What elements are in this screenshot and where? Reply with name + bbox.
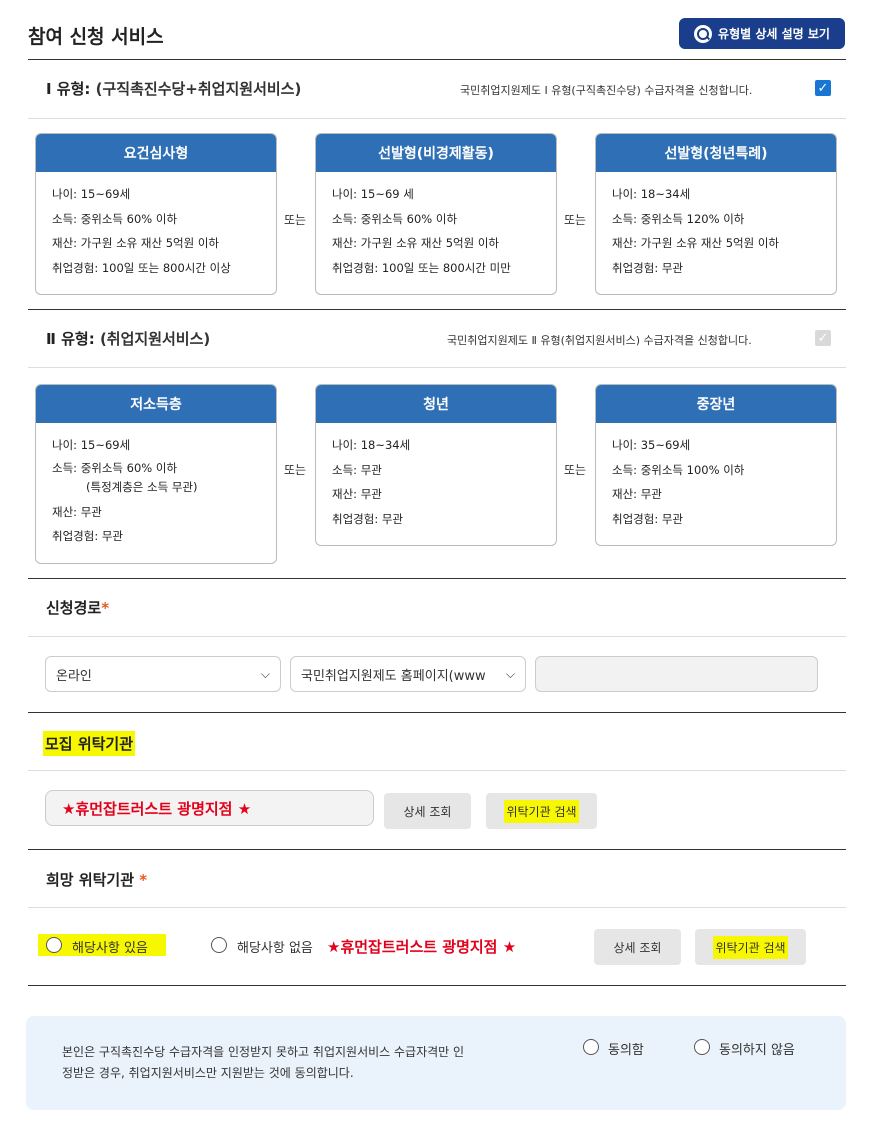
wish-label: 희망 위탁기관 *: [46, 869, 147, 890]
divider: [28, 985, 846, 986]
wish-no-radio[interactable]: [211, 937, 227, 953]
card-line: 취업경험: 100일 또는 800시간 이상: [52, 260, 231, 275]
consent-text: 본인은 구직촉진수당 수급자격을 인정받지 못하고 취업지원서비스 수급자격만 …: [62, 1042, 567, 1084]
recruit-detail-button[interactable]: 상세 조회: [384, 793, 471, 829]
wish-yes-radio[interactable]: [46, 937, 62, 953]
recruit-label: 모집 위탁기관: [43, 731, 136, 756]
type1-label: Ⅰ 유형:: [46, 80, 91, 98]
divider: [28, 59, 846, 60]
type1-card-1: 요건심사형 나이: 15~69세 소득: 중위소득 60% 이하 재산: 가구원…: [35, 133, 277, 295]
type2-title: Ⅱ 유형: (취업지원서비스): [46, 328, 210, 349]
card-title: 요건심사형: [36, 134, 276, 172]
route-detail-select-value: 국민취업지원제도 홈페이지(www: [301, 668, 486, 684]
type2-checkbox[interactable]: ✓: [815, 330, 831, 346]
card-line: 나이: 15~69세: [52, 187, 131, 201]
wish-no-label[interactable]: 해당사항 없음: [237, 937, 313, 956]
type2-notice: 국민취업지원제도 Ⅱ 유형(취업지원서비스) 수급자격을 신청합니다.: [447, 334, 752, 347]
card-line: 재산: 가구원 소유 재산 5억원 이하: [52, 236, 220, 250]
card-line: 취업경험: 무관: [612, 511, 684, 526]
card-title: 저소득층: [36, 385, 276, 423]
card-line: 나이: 18~34세: [612, 187, 691, 201]
required-mark: *: [139, 871, 148, 889]
card-line: 취업경험: 무관: [332, 511, 404, 526]
consent-agree-radio[interactable]: [583, 1039, 599, 1055]
card-line: 소득: 중위소득 60% 이하: [52, 211, 178, 226]
type1-notice: 국민취업지원제도 Ⅰ 유형(구직촉진수당) 수급자격을 신청합니다.: [460, 84, 753, 97]
type2-card-2: 청년 나이: 18~34세 소득: 무관 재산: 무관 취업경험: 무관: [315, 384, 557, 546]
card-line: 재산: 무관: [52, 504, 102, 519]
card-line: 나이: 15~69 세: [332, 187, 414, 201]
recruit-search-button-label: 위탁기관 검색: [504, 799, 579, 823]
route-select[interactable]: 온라인 ⌵: [45, 656, 281, 692]
card-title: 선발형(비경제활동): [316, 134, 556, 172]
card-line: (특정계층은 소득 무관): [86, 479, 198, 494]
type1-sub: (구직촉진수당+취업지원서비스): [95, 80, 302, 98]
or-label: 또는: [564, 213, 587, 227]
type-detail-button[interactable]: 유형별 상세 설명 보기: [679, 18, 845, 49]
card-line: 재산: 무관: [612, 487, 662, 501]
divider: [28, 367, 846, 368]
type2-card-1: 저소득층 나이: 15~69세 소득: 중위소득 60% 이하 (특정계층은 소…: [35, 384, 277, 564]
card-title: 중장년: [596, 385, 836, 423]
divider: [28, 907, 846, 908]
type2-sub: (취업지원서비스): [99, 330, 211, 348]
type2-label: Ⅱ 유형:: [46, 330, 95, 348]
divider: [28, 712, 846, 713]
chevron-down-icon: ⌵: [260, 666, 270, 681]
divider: [28, 118, 846, 119]
route-detail-select[interactable]: 국민취업지원제도 홈페이지(www ⌵: [290, 656, 526, 692]
required-mark: *: [101, 599, 110, 617]
recruit-search-button[interactable]: 위탁기관 검색: [486, 793, 597, 829]
wish-detail-button[interactable]: 상세 조회: [594, 929, 681, 965]
consent-agree-label[interactable]: 동의함: [608, 1039, 644, 1058]
divider: [28, 309, 846, 310]
card-line: 재산: 무관: [332, 487, 382, 501]
card-line: 소득: 중위소득 60% 이하: [332, 211, 458, 226]
type1-title: Ⅰ 유형: (구직촉진수당+취업지원서비스): [46, 78, 301, 99]
card-line: 소득: 중위소득 100% 이하: [612, 462, 745, 477]
wish-label-text: 희망 위탁기관: [46, 871, 135, 889]
or-label: 또는: [284, 213, 307, 227]
wish-search-button[interactable]: 위탁기관 검색: [695, 929, 806, 965]
card-line: 나이: 18~34세: [332, 438, 411, 452]
or-label: 또는: [284, 463, 307, 477]
card-title: 청년: [316, 385, 556, 423]
route-select-value: 온라인: [56, 668, 92, 684]
card-line: 나이: 15~69세: [52, 438, 131, 452]
route-extra-input[interactable]: [535, 656, 818, 692]
route-label: 신청경로*: [46, 597, 109, 618]
card-line: 재산: 가구원 소유 재산 5억원 이하: [612, 236, 780, 250]
wish-yes-label[interactable]: 해당사항 있음: [72, 937, 148, 956]
search-icon: [694, 24, 713, 43]
type1-card-3: 선발형(청년특례) 나이: 18~34세 소득: 중위소득 120% 이하 재산…: [595, 133, 837, 295]
type1-checkbox[interactable]: ✓: [815, 80, 831, 96]
card-line: 소득: 무관: [332, 462, 382, 477]
divider: [28, 578, 846, 579]
card-line: 취업경험: 무관: [612, 260, 684, 275]
divider: [28, 636, 846, 637]
consent-line-1: 본인은 구직촉진수당 수급자격을 인정받지 못하고 취업지원서비스 수급자격만 …: [62, 1045, 465, 1059]
type1-card-2: 선발형(비경제활동) 나이: 15~69 세 소득: 중위소득 60% 이하 재…: [315, 133, 557, 295]
consent-disagree-label[interactable]: 동의하지 않음: [719, 1039, 795, 1058]
card-line: 취업경험: 무관: [52, 529, 124, 543]
card-line: 소득: 중위소득 120% 이하: [612, 211, 745, 226]
wish-org-field[interactable]: ★휴먼잡트러스트 광명지점 ★: [326, 928, 582, 964]
or-label: 또는: [564, 463, 587, 477]
page-title: 참여 신청 서비스: [28, 26, 164, 48]
card-line: 나이: 35~69세: [612, 438, 691, 452]
divider: [28, 770, 846, 771]
type2-card-3: 중장년 나이: 35~69세 소득: 중위소득 100% 이하 재산: 무관 취…: [595, 384, 837, 546]
consent-disagree-radio[interactable]: [694, 1039, 710, 1055]
card-line: 취업경험: 100일 또는 800시간 미만: [332, 260, 511, 275]
card-line: 소득: 중위소득 60% 이하: [52, 460, 178, 475]
recruit-org-field[interactable]: ★휴먼잡트러스트 광명지점 ★: [45, 790, 374, 826]
wish-search-button-label: 위탁기관 검색: [713, 935, 788, 959]
type-detail-button-label: 유형별 상세 설명 보기: [718, 27, 830, 41]
consent-line-2: 정받은 경우, 취업지원서비스만 지원받는 것에 동의합니다.: [62, 1066, 354, 1080]
divider: [28, 849, 846, 850]
route-label-text: 신청경로: [46, 599, 102, 617]
chevron-down-icon: ⌵: [505, 666, 515, 681]
card-line: 재산: 가구원 소유 재산 5억원 이하: [332, 236, 500, 250]
card-title: 선발형(청년특례): [596, 134, 836, 172]
